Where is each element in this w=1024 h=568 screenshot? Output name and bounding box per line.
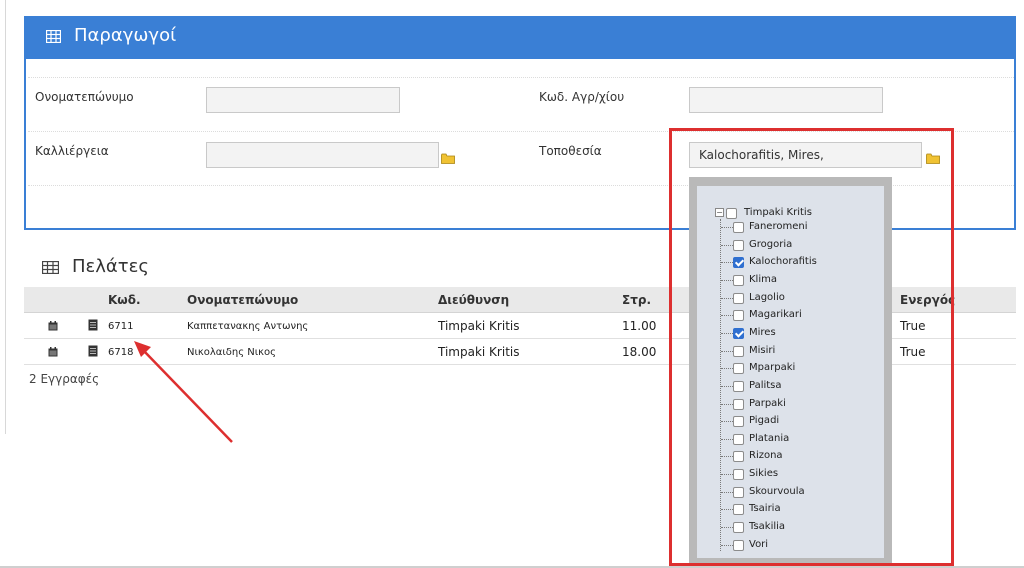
annotation-arrow bbox=[134, 341, 233, 443]
